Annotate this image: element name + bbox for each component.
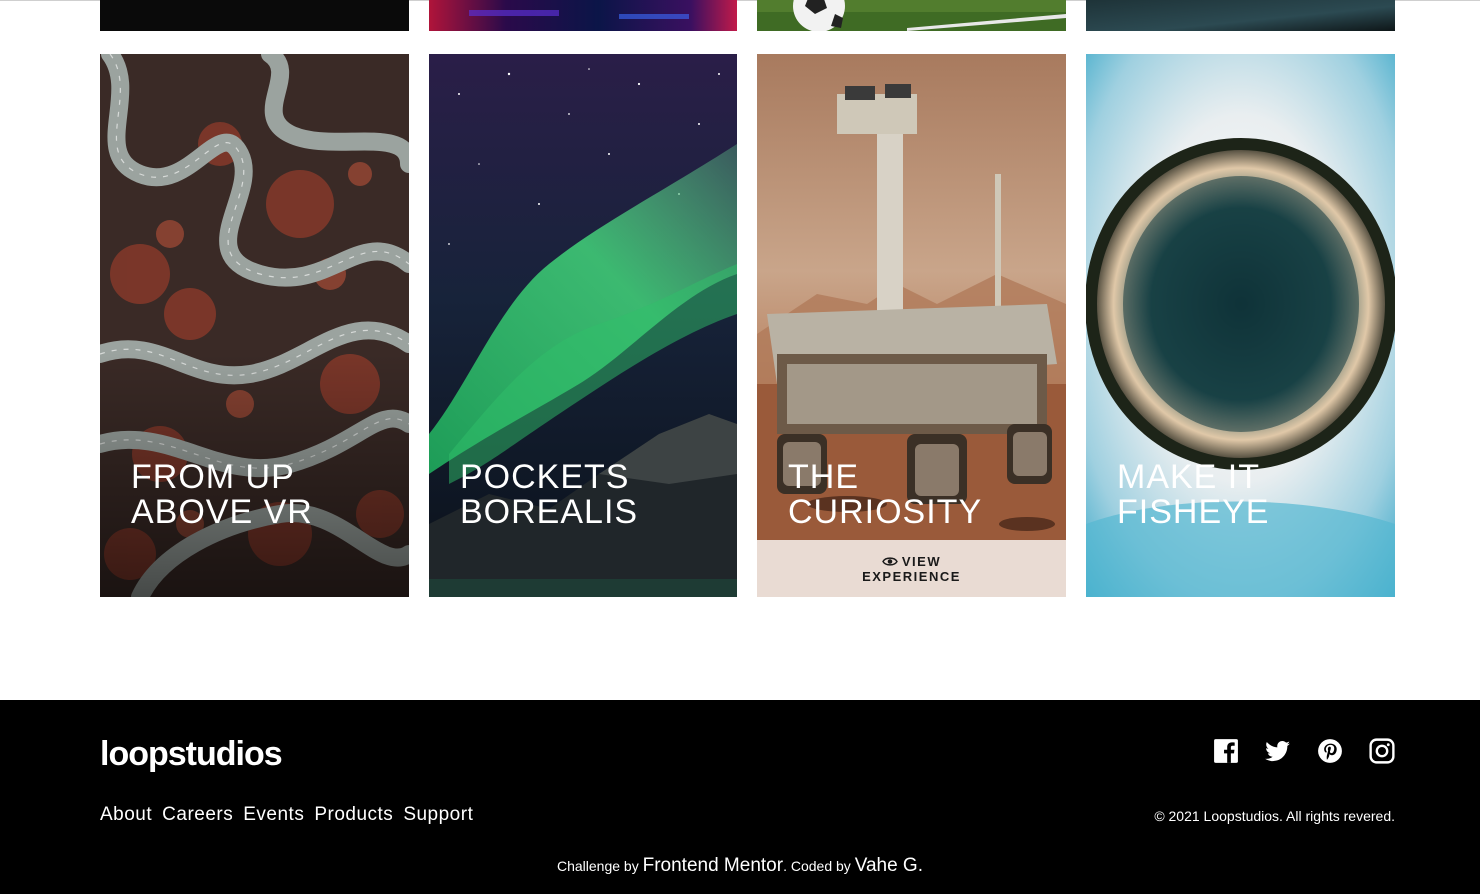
card-image	[100, 0, 409, 31]
attribution-prefix: Challenge by	[556, 858, 643, 874]
card-title: THE CURIOSITY	[788, 458, 983, 531]
attribution: Challenge by Frontend Mentor. Coded by V…	[0, 855, 1480, 877]
card-title: MAKE IT FISHEYE	[1117, 458, 1270, 531]
eye-icon	[882, 556, 898, 566]
pinterest-icon[interactable]	[1317, 738, 1343, 764]
gallery-card-the-curiosity[interactable]: THE CURIOSITY VIEW EXPERIENCE	[757, 54, 1066, 597]
gallery-card-make-it-fisheye[interactable]: MAKE IT FISHEYE	[1086, 54, 1395, 597]
gallery-card-partial-4[interactable]	[1086, 0, 1395, 31]
footer-nav: About Careers Events Products Support	[100, 804, 483, 826]
gallery-card-from-up-above-vr[interactable]: FROM UP ABOVE VR	[100, 54, 409, 597]
view-experience-overlay[interactable]: VIEW EXPERIENCE	[757, 540, 1066, 597]
footer-nav-support[interactable]: Support	[403, 804, 473, 826]
view-label: VIEW	[901, 553, 942, 569]
twitter-icon[interactable]	[1265, 738, 1291, 764]
instagram-icon[interactable]	[1369, 738, 1395, 764]
social-links	[1213, 738, 1395, 764]
footer-nav-events[interactable]: Events	[243, 804, 304, 826]
facebook-icon[interactable]	[1213, 738, 1239, 764]
site-footer: loopstudios About Careers Events Product…	[0, 700, 1480, 894]
card-image	[1086, 0, 1395, 31]
experience-label: EXPERIENCE	[862, 568, 961, 584]
gallery-card-partial-3[interactable]	[757, 0, 1066, 31]
attribution-middle: . Coded by	[783, 858, 855, 874]
card-title: FROM UP ABOVE VR	[131, 458, 313, 531]
card-title: POCKETS BOREALIS	[460, 458, 639, 531]
footer-nav-careers[interactable]: Careers	[162, 804, 233, 826]
gallery-card-partial-1[interactable]	[100, 0, 409, 31]
card-image	[429, 0, 737, 31]
card-image	[757, 0, 1066, 31]
footer-nav-about[interactable]: About	[100, 804, 152, 826]
footer-logo[interactable]: loopstudios	[100, 734, 283, 774]
gallery-card-partial-2[interactable]	[429, 0, 737, 31]
frontend-mentor-link[interactable]: Frontend Mentor	[643, 855, 783, 876]
gallery-card-pockets-borealis[interactable]: POCKETS BOREALIS	[429, 54, 737, 597]
footer-nav-products[interactable]: Products	[314, 804, 393, 826]
copyright-text: © 2021 Loopstudios. All rights revered.	[1154, 808, 1395, 824]
author-link[interactable]: Vahe G.	[855, 855, 923, 876]
